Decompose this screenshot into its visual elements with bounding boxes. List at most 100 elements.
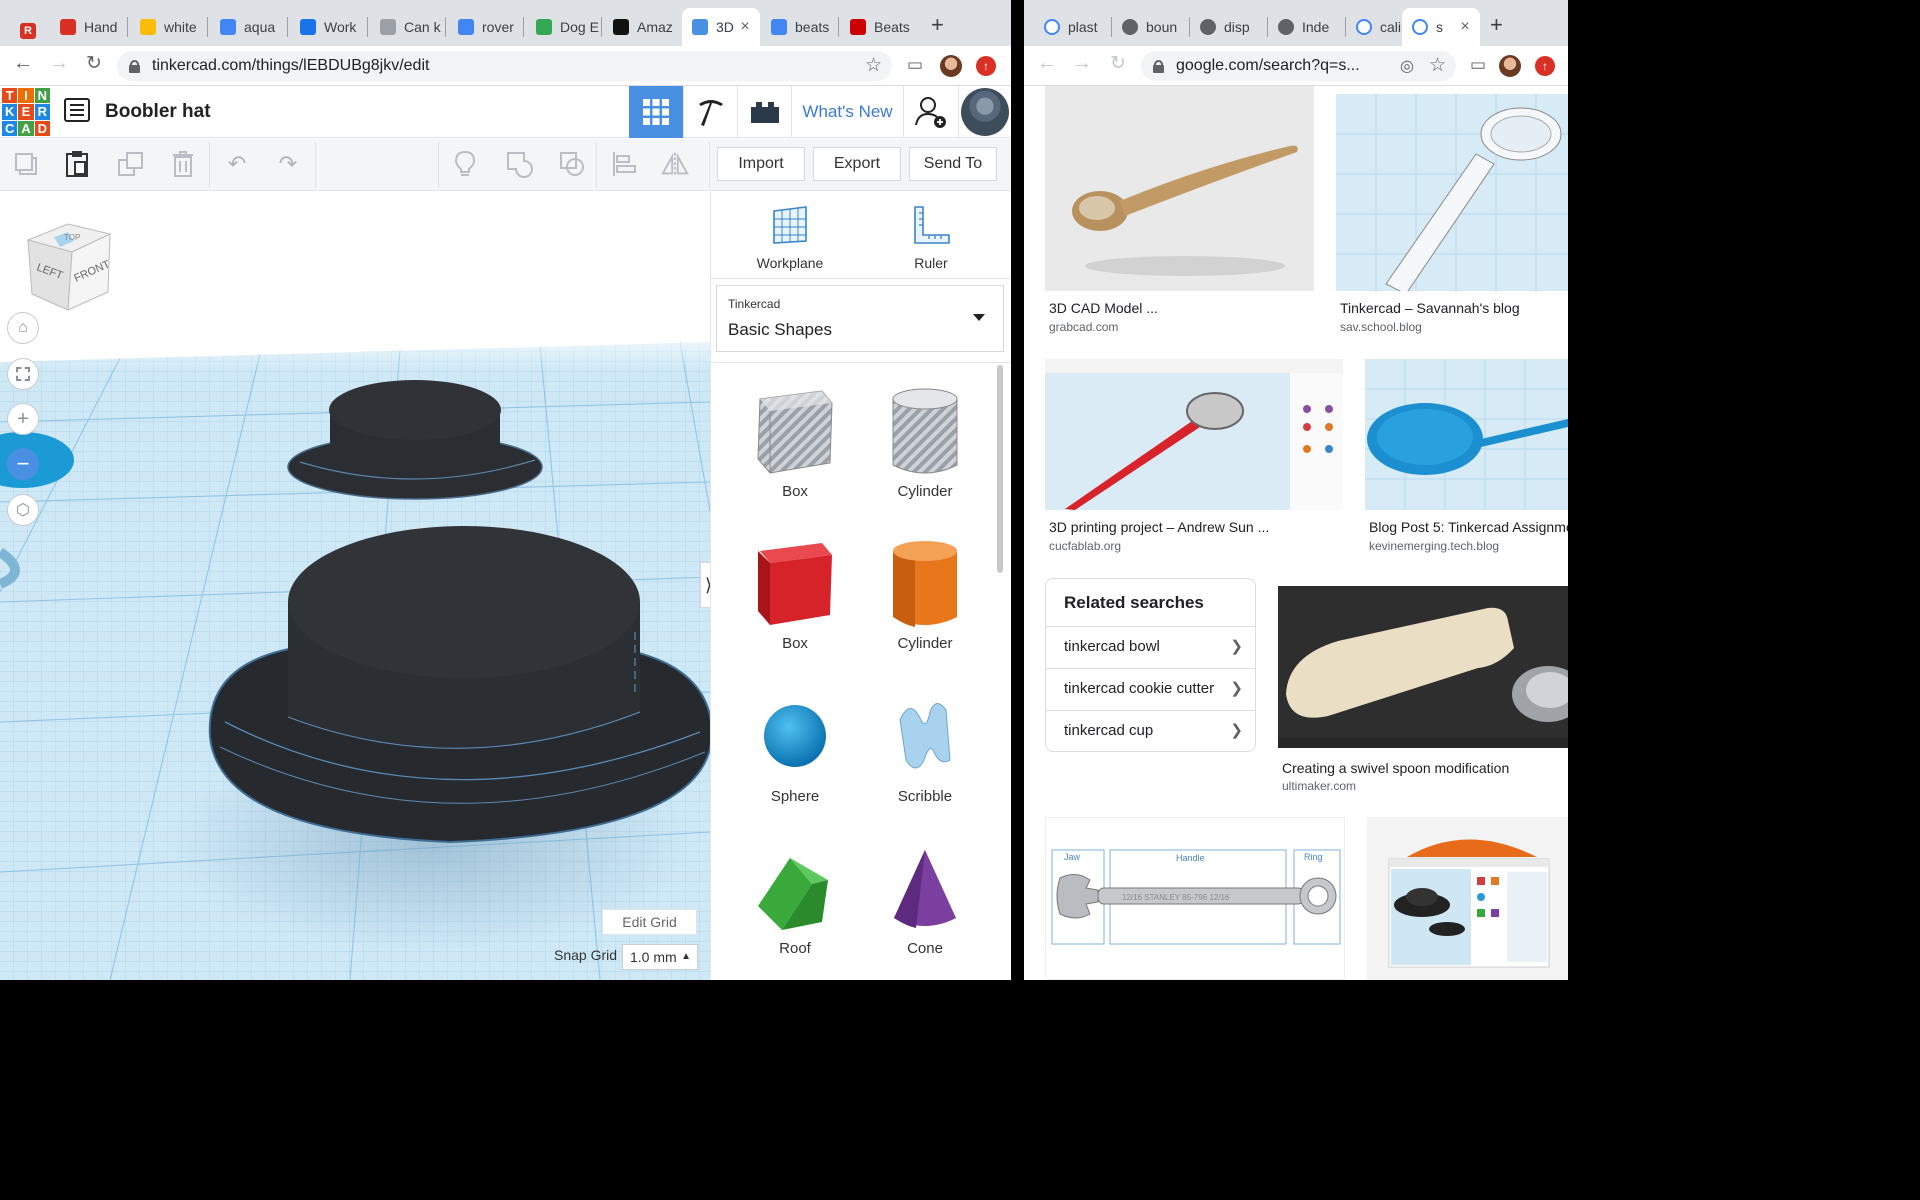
ruler-tool[interactable]: Ruler: [895, 205, 967, 271]
forward-button[interactable]: →: [1069, 52, 1095, 75]
shape-tile[interactable]: Cylinder: [860, 385, 990, 500]
result-image-6[interactable]: Jaw Handle Ring 12/16 STANLEY 85-796 12/…: [1045, 817, 1345, 980]
paste-icon[interactable]: [62, 149, 92, 179]
bookmark-star-icon[interactable]: ☆: [1429, 54, 1446, 77]
duplicate-icon[interactable]: [116, 149, 146, 179]
result-image-3[interactable]: [1045, 359, 1343, 510]
fit-view-button[interactable]: [7, 358, 39, 390]
cast-icon[interactable]: ▭: [907, 55, 923, 75]
delete-icon[interactable]: [168, 149, 198, 179]
zoom-out-button[interactable]: −: [7, 448, 39, 480]
browser-tab[interactable]: aqua: [210, 8, 288, 46]
group-icon[interactable]: [504, 149, 534, 179]
related-search-item[interactable]: tinkercad cup ❯: [1046, 710, 1255, 752]
pinned-tab[interactable]: R: [12, 12, 42, 50]
shape-library-dropdown[interactable]: Tinkercad Basic Shapes: [716, 285, 1004, 352]
shape-tile[interactable]: Scribble: [860, 690, 990, 805]
browser-tab[interactable]: Dog E: [526, 8, 602, 46]
shape-tile[interactable]: Cylinder: [860, 537, 990, 652]
mirror-icon[interactable]: [660, 149, 690, 179]
result-image-1[interactable]: [1045, 86, 1314, 291]
browser-tab[interactable]: Amaz: [603, 8, 680, 46]
browser-tab[interactable]: beats: [761, 8, 839, 46]
browser-tab[interactable]: s ×: [1402, 8, 1480, 46]
align-icon[interactable]: [609, 149, 639, 179]
browser-tab[interactable]: white: [130, 8, 208, 46]
new-tab-button[interactable]: +: [931, 12, 944, 38]
design-name[interactable]: Boobler hat: [105, 101, 211, 123]
forward-button[interactable]: →: [46, 52, 72, 75]
browser-tab[interactable]: Work: [290, 8, 368, 46]
browser-tab[interactable]: Can k: [370, 8, 446, 46]
address-bar[interactable]: google.com/search?q=s... ◎ ☆: [1141, 51, 1456, 81]
related-search-item[interactable]: tinkercad bowl ❯: [1046, 626, 1255, 668]
result-title[interactable]: Creating a swivel spoon modification: [1282, 760, 1509, 776]
lightbulb-icon[interactable]: [450, 149, 480, 179]
home-view-button[interactable]: ⌂: [7, 312, 39, 344]
back-button[interactable]: ←: [1034, 52, 1060, 75]
user-menu[interactable]: [958, 86, 1011, 138]
design-list-icon[interactable]: [64, 98, 90, 122]
result-title[interactable]: 3D printing project – Andrew Sun ...: [1049, 519, 1269, 535]
result-title[interactable]: Tinkercad – Savannah's blog: [1340, 300, 1520, 316]
export-button[interactable]: Export: [813, 147, 901, 181]
logo-letter: I: [18, 88, 34, 104]
shape-tile[interactable]: Roof: [730, 842, 860, 957]
result-image-2[interactable]: [1336, 94, 1568, 291]
back-button[interactable]: ←: [10, 52, 36, 75]
orthographic-button[interactable]: ⬡: [7, 494, 39, 526]
browser-tab[interactable]: Hand: [50, 8, 128, 46]
copy-icon[interactable]: [11, 149, 41, 179]
profile-avatar[interactable]: [940, 55, 962, 77]
browser-tab[interactable]: rover: [448, 8, 524, 46]
3d-view-button[interactable]: [629, 86, 683, 138]
import-button[interactable]: Import: [717, 147, 805, 181]
result-title[interactable]: Blog Post 5: Tinkercad Assignme: [1369, 519, 1568, 535]
edit-grid-button[interactable]: Edit Grid: [602, 909, 697, 935]
shape-tile[interactable]: Cone: [860, 842, 990, 957]
new-tab-button[interactable]: +: [1490, 12, 1503, 38]
close-tab-icon[interactable]: ×: [736, 18, 754, 36]
browser-tab[interactable]: Inde: [1268, 8, 1346, 46]
zoom-in-button[interactable]: +: [7, 403, 39, 435]
whats-new-link[interactable]: What's New: [791, 86, 903, 138]
browser-tab[interactable]: calip: [1346, 8, 1402, 46]
update-icon[interactable]: ↑: [1535, 56, 1555, 76]
shape-tile[interactable]: Sphere: [730, 690, 860, 805]
shape-tile[interactable]: Box: [730, 385, 860, 500]
result-image-5[interactable]: [1278, 586, 1568, 748]
bricks-button[interactable]: [737, 86, 791, 138]
undo-icon[interactable]: ↶: [222, 149, 252, 179]
address-bar[interactable]: tinkercad.com/things/lEBDUBg8jkv/edit ☆: [117, 51, 892, 81]
tinkercad-logo[interactable]: TINKERCAD: [2, 88, 50, 136]
blocks-button[interactable]: [683, 86, 737, 138]
reload-button[interactable]: ↻: [1105, 52, 1131, 75]
snap-grid-select[interactable]: 1.0 mm ▲: [622, 944, 698, 970]
result-image-7[interactable]: [1367, 817, 1568, 980]
result-title[interactable]: 3D CAD Model ...: [1049, 300, 1158, 316]
update-icon[interactable]: ↑: [976, 56, 996, 76]
browser-tab[interactable]: Beats: [840, 8, 919, 46]
shape-tile[interactable]: Box: [730, 537, 860, 652]
view-cube[interactable]: TOP LEFT FRONT: [24, 220, 114, 312]
ungroup-icon[interactable]: [557, 149, 587, 179]
redo-icon[interactable]: ↷: [273, 149, 303, 179]
caret-up-icon: ▲: [681, 951, 691, 962]
browser-tab[interactable]: boun: [1112, 8, 1190, 46]
browser-tab[interactable]: disp: [1190, 8, 1268, 46]
browser-tab[interactable]: plast: [1034, 8, 1112, 46]
reload-button[interactable]: ↻: [81, 52, 107, 75]
cast-icon[interactable]: ▭: [1470, 55, 1486, 75]
invite-user-button[interactable]: [903, 86, 958, 138]
profile-avatar[interactable]: [1499, 55, 1521, 77]
send-to-button[interactable]: Send To: [909, 147, 997, 181]
panel-scrollbar[interactable]: [997, 365, 1003, 573]
close-tab-icon[interactable]: ×: [1456, 18, 1474, 36]
location-icon[interactable]: ◎: [1400, 56, 1414, 76]
result-image-4[interactable]: [1365, 359, 1568, 510]
related-search-label: tinkercad cup: [1064, 722, 1154, 739]
browser-tab[interactable]: 3D ×: [682, 8, 760, 46]
bookmark-star-icon[interactable]: ☆: [865, 54, 882, 77]
workplane-tool[interactable]: Workplane: [752, 205, 828, 271]
related-search-item[interactable]: tinkercad cookie cutter ❯: [1046, 668, 1255, 710]
